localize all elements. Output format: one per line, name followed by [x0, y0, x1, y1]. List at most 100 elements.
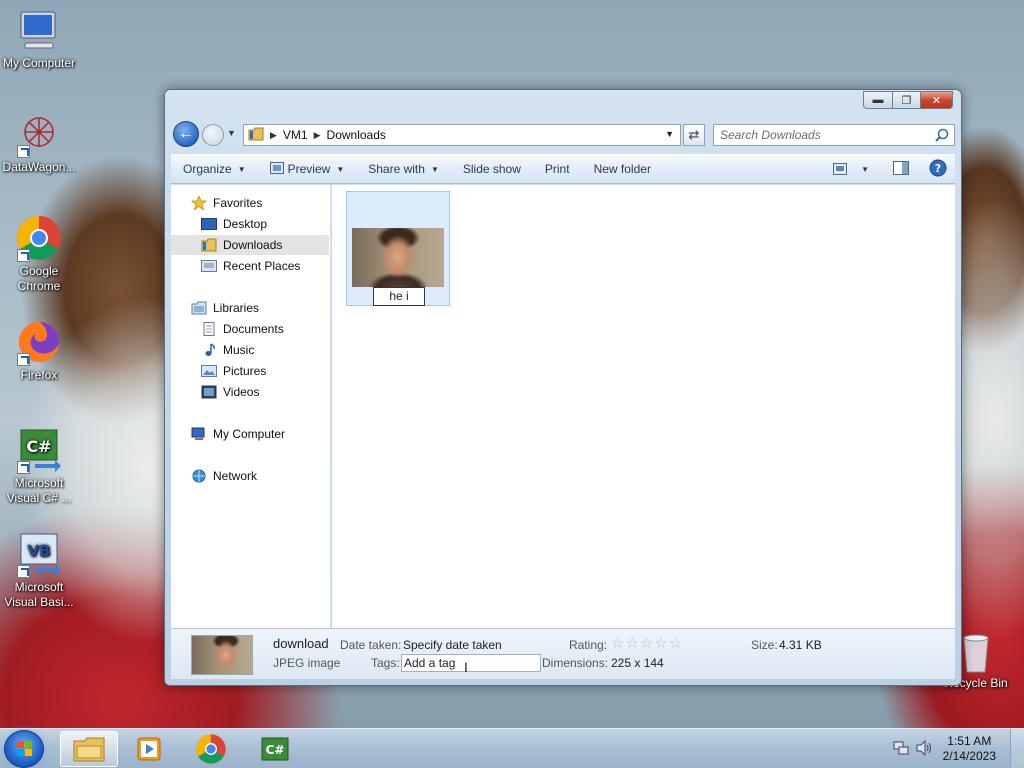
toolbar-right-controls: ▼ ? — [833, 155, 947, 183]
svg-text:C#: C# — [26, 437, 51, 456]
nav-desktop[interactable]: Desktop — [171, 214, 329, 234]
star-icon[interactable]: ☆ — [640, 635, 654, 652]
desktop-icon-datawagon[interactable]: DataWagon... — [0, 110, 78, 175]
volume-icon[interactable] — [915, 739, 933, 759]
breadcrumb-vm1[interactable]: VM1 — [283, 128, 308, 142]
tags-input[interactable]: Add a tag — [401, 654, 541, 672]
desktop-icon-visual-basic[interactable]: VB Microsoft Visual Basi... — [0, 530, 78, 610]
nav-downloads[interactable]: Downloads — [171, 235, 329, 255]
change-view-button[interactable]: ▼ — [833, 163, 869, 175]
desktop-icon-my-computer[interactable]: My Computer — [0, 6, 78, 71]
file-item-download[interactable]: he i — [346, 191, 450, 306]
close-icon: ✕ — [931, 94, 942, 107]
desktop-icon-label: Firefox — [20, 368, 58, 382]
close-button[interactable]: ✕ — [921, 91, 953, 109]
address-bar[interactable]: ▶ VM1 ▶ Downloads ▼ — [243, 124, 681, 146]
file-list-pane[interactable]: he i — [332, 185, 955, 628]
share-with-button[interactable]: Share with ▼ — [356, 155, 451, 183]
datawagon-icon — [15, 110, 63, 158]
visual-csharp-icon: C# — [15, 426, 63, 474]
help-button[interactable]: ? — [921, 159, 947, 180]
new-folder-button[interactable]: New folder — [582, 155, 663, 183]
nav-libraries[interactable]: Libraries — [171, 298, 329, 318]
chrome-icon — [15, 214, 63, 262]
nav-documents[interactable]: Documents — [171, 319, 329, 339]
media-player-icon — [137, 737, 161, 761]
slide-show-label: Slide show — [462, 162, 521, 176]
windows-logo-icon — [17, 741, 32, 756]
folder-icon — [248, 127, 264, 144]
text-cursor-icon: I — [464, 659, 468, 675]
breadcrumb-chevron-icon[interactable]: ▶ — [314, 130, 321, 141]
slide-show-button[interactable]: Slide show — [451, 155, 533, 183]
organize-button[interactable]: Organize ▼ — [171, 155, 258, 183]
downloads-folder-icon — [201, 238, 217, 252]
chevron-down-icon: ▼ — [237, 164, 246, 174]
star-icon[interactable]: ☆ — [611, 635, 625, 652]
shortcut-arrow-icon — [17, 249, 30, 262]
forward-button[interactable] — [202, 124, 224, 146]
taskbar-media-player-button[interactable] — [120, 731, 178, 767]
maximize-button[interactable]: ❐ — [893, 91, 921, 109]
nav-recent-places[interactable]: Recent Places — [171, 256, 329, 276]
recent-pages-dropdown[interactable]: ▼ — [227, 128, 236, 138]
preview-button[interactable]: Preview ▼ — [258, 155, 357, 183]
breadcrumb-chevron-icon[interactable]: ▶ — [270, 130, 277, 141]
breadcrumb-downloads[interactable]: Downloads — [327, 128, 386, 142]
nav-network[interactable]: Network — [171, 466, 329, 486]
taskbar-explorer-button[interactable] — [60, 731, 118, 767]
clock[interactable]: 1:51 AM 2/14/2023 — [943, 734, 996, 764]
taskbar-chrome-button[interactable] — [182, 731, 240, 767]
restore-icon: ❐ — [901, 94, 912, 107]
star-icon[interactable]: ☆ — [654, 635, 668, 652]
minimize-button[interactable]: ▬ — [863, 91, 893, 109]
taskbar-visual-csharp-button[interactable]: C# — [246, 731, 304, 767]
tags-label: Tags: — [371, 656, 400, 670]
rename-input[interactable]: he i — [373, 287, 425, 306]
organize-label: Organize — [183, 162, 232, 176]
print-button[interactable]: Print — [533, 155, 582, 183]
chevron-down-icon: ▼ — [430, 164, 439, 174]
search-placeholder: Search Downloads — [720, 128, 821, 142]
network-status-icon[interactable] — [893, 740, 909, 759]
search-box[interactable]: Search Downloads — [713, 124, 955, 146]
nav-music-label: Music — [223, 343, 255, 357]
preview-label: Preview — [287, 162, 331, 176]
nav-favorites-label: Favorites — [213, 196, 263, 210]
nav-music[interactable]: Music — [171, 340, 329, 360]
desktop-icon-label: Google Chrome — [17, 264, 61, 293]
nav-videos[interactable]: Videos — [171, 382, 329, 402]
chrome-icon — [196, 734, 226, 764]
preview-pane-button[interactable] — [881, 160, 909, 178]
nav-downloads-label: Downloads — [223, 238, 283, 252]
nav-my-computer[interactable]: My Computer — [171, 424, 329, 444]
desktop-icon-google-chrome[interactable]: Google Chrome — [0, 214, 78, 294]
address-dropdown-icon[interactable]: ▼ — [665, 129, 674, 139]
back-button[interactable]: ← — [173, 121, 199, 147]
chevron-down-icon: ▼ — [336, 164, 345, 174]
search-icon[interactable] — [935, 128, 949, 145]
desktop-icon-label: My Computer — [2, 56, 76, 70]
star-icon[interactable]: ☆ — [669, 635, 683, 652]
system-tray: 1:51 AM 2/14/2023 — [893, 729, 1024, 768]
star-icon[interactable]: ☆ — [625, 635, 639, 652]
nav-favorites[interactable]: Favorites — [171, 193, 329, 213]
size-value: 4.31 KB — [779, 638, 822, 652]
show-desktop-button[interactable] — [1010, 729, 1024, 768]
desktop-icon-firefox[interactable]: Firefox — [0, 318, 78, 383]
start-button[interactable] — [4, 730, 44, 768]
clock-time: 1:51 AM — [947, 734, 992, 748]
refresh-button[interactable]: ⇄ — [683, 124, 705, 146]
rating-stars[interactable]: ☆☆☆☆☆ — [611, 634, 683, 652]
computer-icon — [191, 427, 207, 441]
nav-pictures[interactable]: Pictures — [171, 361, 329, 381]
desktop-icon-label: DataWagon... — [2, 160, 76, 174]
explorer-folder-icon — [73, 737, 105, 762]
desktop-icon-visual-csharp[interactable]: C# Microsoft Visual C# ... — [0, 426, 78, 506]
music-icon — [201, 343, 217, 357]
shortcut-arrow-icon — [17, 145, 30, 158]
date-taken-label: Date taken: — [340, 638, 402, 652]
chevron-down-icon: ▼ — [861, 164, 869, 174]
date-taken-value[interactable]: Specify date taken — [403, 638, 502, 652]
nav-documents-label: Documents — [223, 322, 284, 336]
